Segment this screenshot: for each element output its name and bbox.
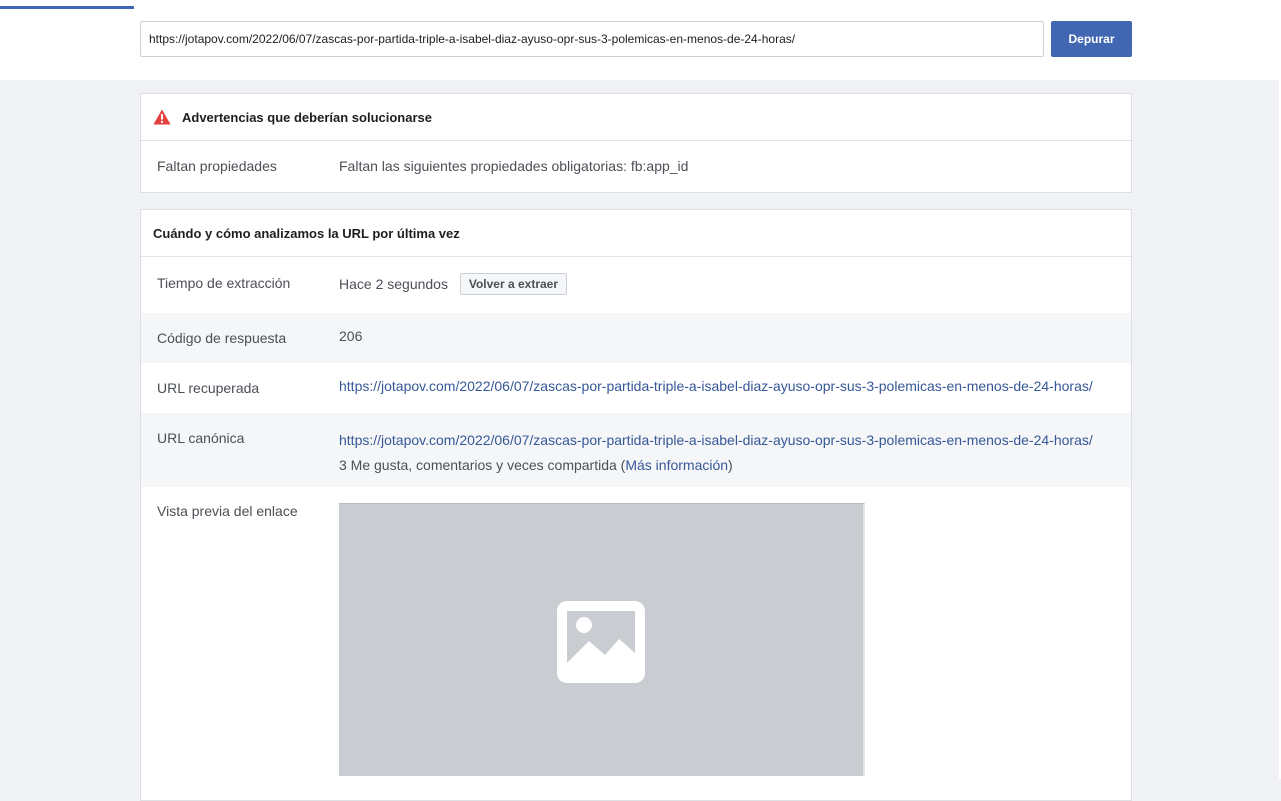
warnings-header: Advertencias que deberían solucionarse	[141, 94, 1131, 141]
response-code-value: 206	[339, 328, 363, 344]
refetch-button[interactable]: Volver a extraer	[459, 273, 568, 295]
scrape-info-header: Cuándo y cómo analizamos la URL por últi…	[141, 210, 1131, 257]
fetched-url-link[interactable]: https://jotapov.com/2022/06/07/zascas-po…	[339, 378, 1093, 394]
missing-properties-row: Faltan propiedades Faltan las siguientes…	[141, 141, 1131, 191]
link-preview-image[interactable]	[339, 503, 865, 776]
fetch-time-row: Tiempo de extracción Hace 2 segundos Vol…	[141, 257, 1131, 313]
warning-triangle-icon	[153, 109, 171, 125]
warnings-title: Advertencias que deberían solucionarse	[182, 109, 432, 125]
canonical-url-label: URL canónica	[157, 430, 245, 446]
link-preview-row: Vista previa del enlace	[141, 487, 1131, 787]
warnings-panel: Advertencias que deberían solucionarse F…	[140, 93, 1132, 193]
link-preview-label: Vista previa del enlace	[157, 503, 298, 519]
top-bar: Depurar	[0, 0, 1281, 80]
response-code-label: Código de respuesta	[157, 330, 287, 346]
scrape-info-title: Cuándo y cómo analizamos la URL por últi…	[153, 225, 460, 241]
canonical-url-link[interactable]: https://jotapov.com/2022/06/07/zascas-po…	[339, 432, 1093, 448]
canonical-url-row: URL canónica https://jotapov.com/2022/06…	[141, 413, 1131, 487]
fetched-url-label: URL recuperada	[157, 380, 260, 396]
fetch-time-label: Tiempo de extracción	[157, 275, 291, 291]
active-tab-indicator	[0, 6, 134, 9]
scrape-info-panel: Cuándo y cómo analizamos la URL por últi…	[140, 209, 1132, 801]
more-info-link[interactable]: Más información	[625, 457, 728, 473]
fetch-time-value: Hace 2 segundos	[339, 276, 448, 292]
image-placeholder-icon	[557, 601, 645, 683]
engagement-text: 3 Me gusta, comentarios y veces comparti…	[339, 457, 626, 473]
url-input[interactable]	[140, 21, 1044, 57]
response-code-row: Código de respuesta 206	[141, 313, 1131, 363]
fetched-url-row: URL recuperada https://jotapov.com/2022/…	[141, 363, 1131, 413]
engagement-close: )	[728, 457, 733, 473]
missing-properties-value: Faltan las siguientes propiedades obliga…	[339, 158, 689, 174]
debug-button[interactable]: Depurar	[1051, 21, 1132, 57]
missing-properties-label: Faltan propiedades	[157, 158, 277, 174]
